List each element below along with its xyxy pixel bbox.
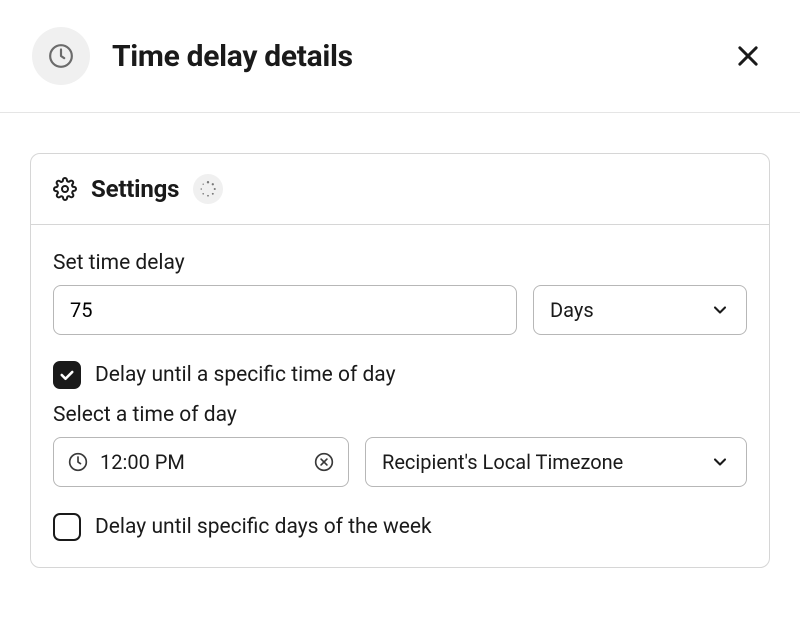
timezone-select[interactable]: Recipient's Local Timezone [365, 437, 747, 487]
settings-title: Settings [91, 175, 179, 203]
settings-header: Settings [31, 154, 769, 225]
delay-unit-value: Days [550, 298, 594, 322]
clock-icon-container [32, 27, 90, 85]
time-of-day-label: Select a time of day [53, 403, 747, 427]
delay-label: Set time delay [53, 251, 747, 275]
check-icon [58, 366, 76, 384]
settings-body: Set time delay Days [31, 225, 769, 567]
close-button[interactable] [728, 36, 768, 76]
chevron-down-icon [710, 452, 730, 472]
checkbox-days-of-week-label: Delay until specific days of the week [95, 515, 432, 539]
settings-card: Settings Set time delay [30, 153, 770, 568]
checkbox-days-of-week-row: Delay until specific days of the week [53, 513, 747, 541]
checkbox-time-of-day[interactable] [53, 361, 81, 389]
time-row: 12:00 PM Recipient's Local Timezone [53, 437, 747, 487]
clear-time-button[interactable] [314, 452, 334, 472]
checkbox-days-of-week[interactable] [53, 513, 81, 541]
checkbox-time-of-day-label: Delay until a specific time of day [95, 363, 396, 387]
checkbox-time-of-day-row: Delay until a specific time of day [53, 361, 747, 389]
time-input[interactable]: 12:00 PM [53, 437, 349, 487]
delay-unit-select[interactable]: Days [533, 285, 747, 335]
delay-row: Days [53, 285, 747, 335]
gear-icon [53, 177, 77, 201]
time-value: 12:00 PM [100, 450, 302, 474]
header-left: Time delay details [32, 27, 353, 85]
dialog-title: Time delay details [112, 39, 353, 74]
clock-icon [48, 43, 74, 69]
dialog-body: Settings Set time delay [0, 113, 800, 568]
close-icon [734, 42, 762, 70]
delay-value-input[interactable] [53, 285, 517, 335]
clear-icon [314, 452, 334, 472]
timezone-value: Recipient's Local Timezone [382, 450, 623, 474]
clock-icon [68, 452, 88, 472]
chevron-down-icon [710, 300, 730, 320]
dialog-header: Time delay details [0, 0, 800, 113]
loading-indicator-icon [193, 174, 223, 204]
